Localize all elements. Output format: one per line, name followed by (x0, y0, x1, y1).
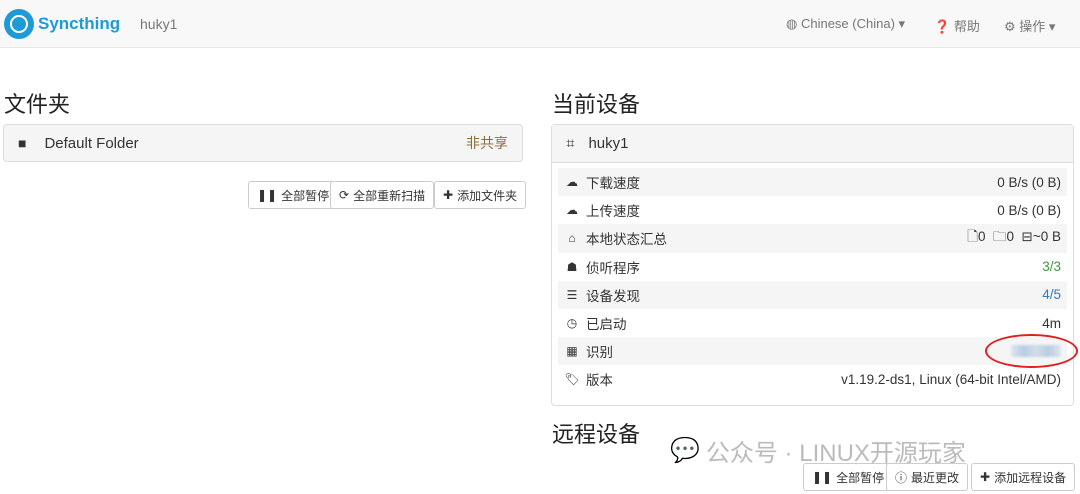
language-label: Chinese (China) (800, 16, 895, 31)
size: ~0 B (1032, 228, 1061, 244)
brand-name: Syncthing (38, 14, 121, 33)
value: 🗋0 🗀0 ⊟~0 B (967, 227, 1061, 250)
label: 设备发现 (586, 288, 640, 304)
this-device-name: huky1 (588, 135, 629, 152)
this-device-title: 当前设备 (552, 92, 641, 117)
label: 添加远程设备 (994, 470, 1067, 485)
files-count: 0 (977, 228, 986, 244)
home-icon: ⌂ (568, 231, 576, 246)
value[interactable]: 4/5 (1042, 287, 1061, 302)
plus-icon: ✚ (443, 188, 454, 202)
value: v1.19.2-ds1, Linux (64-bit Intel/AMD) (841, 371, 1061, 387)
wechat-icon: 💬 (670, 437, 700, 464)
label: 上传速度 (586, 204, 640, 220)
folder-open-icon: 🗀 (993, 228, 1007, 244)
info-icon: ⓘ (895, 470, 908, 485)
row-listeners: ☗ 侦听程序 3/3 (558, 253, 1067, 281)
label: 识别 (586, 345, 613, 361)
label: 全部暂停 (281, 188, 330, 203)
add-folder-button[interactable]: ✚ 添加文件夹 (434, 181, 527, 209)
refresh-icon: ⟳ (339, 188, 350, 202)
navbar: Syncthing huky1 ◍ Chinese (China) ▾ ❓ 帮助… (0, 0, 1080, 48)
folder-icon: ■ (18, 135, 27, 151)
help-menu[interactable]: ❓ 帮助 (934, 16, 980, 35)
rescan-all-button[interactable]: ⟳ 全部重新扫描 (330, 181, 435, 209)
language-menu[interactable]: ◍ Chinese (China) ▾ (786, 16, 905, 32)
row-version: 🏷 版本 v1.19.2-ds1, Linux (64-bit Intel/AMD) (558, 365, 1067, 393)
pause-all-devices-button[interactable]: ❚❚ 全部暂停 (803, 463, 894, 491)
this-device-header[interactable]: ⌗ huky1 (552, 125, 1073, 163)
device-name: huky1 (140, 16, 178, 32)
signpost-icon: ☰ (566, 287, 578, 302)
label: 添加文件夹 (457, 188, 518, 203)
label: 全部暂停 (836, 470, 885, 485)
value[interactable]: 3/3 (1042, 259, 1061, 274)
dirs-count: 0 (1006, 228, 1015, 244)
this-device-panel: ⌗ huky1 ☁ 下载速度 0 B/s (0 B) ☁ 上传速度 0 B/s (0 B)… (551, 124, 1074, 406)
row-local-state: ⌂ 本地状态汇总 🗋0 🗀0 ⊟~0 B (558, 224, 1067, 253)
sitemap-icon: ☗ (566, 259, 578, 274)
folder-name: Default Folder (44, 134, 139, 152)
row-download-rate: ☁ 下载速度 0 B/s (0 B) (558, 168, 1067, 197)
file-icon: 🗋 (967, 228, 978, 244)
value: 4m (1042, 315, 1061, 331)
qrcode-icon: ▦ (566, 344, 578, 359)
globe-icon: ◍ (786, 16, 798, 31)
actions-label: 操作 (1019, 19, 1046, 34)
add-remote-device-button[interactable]: ✚ 添加远程设备 (971, 463, 1076, 491)
label: 本地状态汇总 (586, 232, 667, 248)
annotation-ellipse (985, 334, 1078, 368)
recent-changes-button[interactable]: ⓘ 最近更改 (886, 463, 969, 491)
actions-menu[interactable]: ⚙ 操作 ▾ (1004, 16, 1055, 35)
row-discovery: ☰ 设备发现 4/5 (558, 280, 1067, 309)
plus-icon: ✚ (980, 470, 991, 484)
pause-icon: ❚❚ (257, 188, 278, 202)
folders-title: 文件夹 (4, 92, 71, 117)
cloud-upload-icon: ☁ (566, 203, 578, 218)
label: 版本 (586, 373, 613, 389)
cloud-download-icon: ☁ (566, 175, 578, 190)
tag-icon: 🏷 (564, 372, 580, 387)
clock-icon: ◷ (566, 316, 578, 331)
brand[interactable]: Syncthing (4, 9, 120, 39)
gear-icon: ⚙ (1004, 19, 1016, 34)
value: 0 B/s (0 B) (997, 202, 1061, 218)
label: 已启动 (586, 317, 627, 333)
help-label: 帮助 (953, 19, 980, 34)
remote-devices-title: 远程设备 (552, 422, 641, 447)
value: 0 B/s (0 B) (997, 174, 1061, 190)
label: 全部重新扫描 (353, 188, 426, 203)
row-upload-rate: ☁ 上传速度 0 B/s (0 B) (558, 196, 1067, 224)
syncthing-logo-icon (4, 9, 34, 39)
label: 侦听程序 (586, 260, 640, 276)
folder-status: 非共享 (466, 135, 508, 151)
help-icon: ❓ (934, 19, 951, 34)
pause-icon: ❚❚ (812, 470, 833, 484)
label: 下载速度 (586, 176, 640, 192)
row-uptime: ◷ 已启动 4m (558, 309, 1067, 337)
hdd-icon: ⊟ (1021, 228, 1033, 244)
label: 最近更改 (911, 470, 960, 485)
folder-default[interactable]: ■ Default Folder 非共享 (3, 124, 523, 162)
device-qr-icon: ⌗ (566, 135, 575, 152)
pause-all-folders-button[interactable]: ❚❚ 全部暂停 (248, 181, 339, 209)
